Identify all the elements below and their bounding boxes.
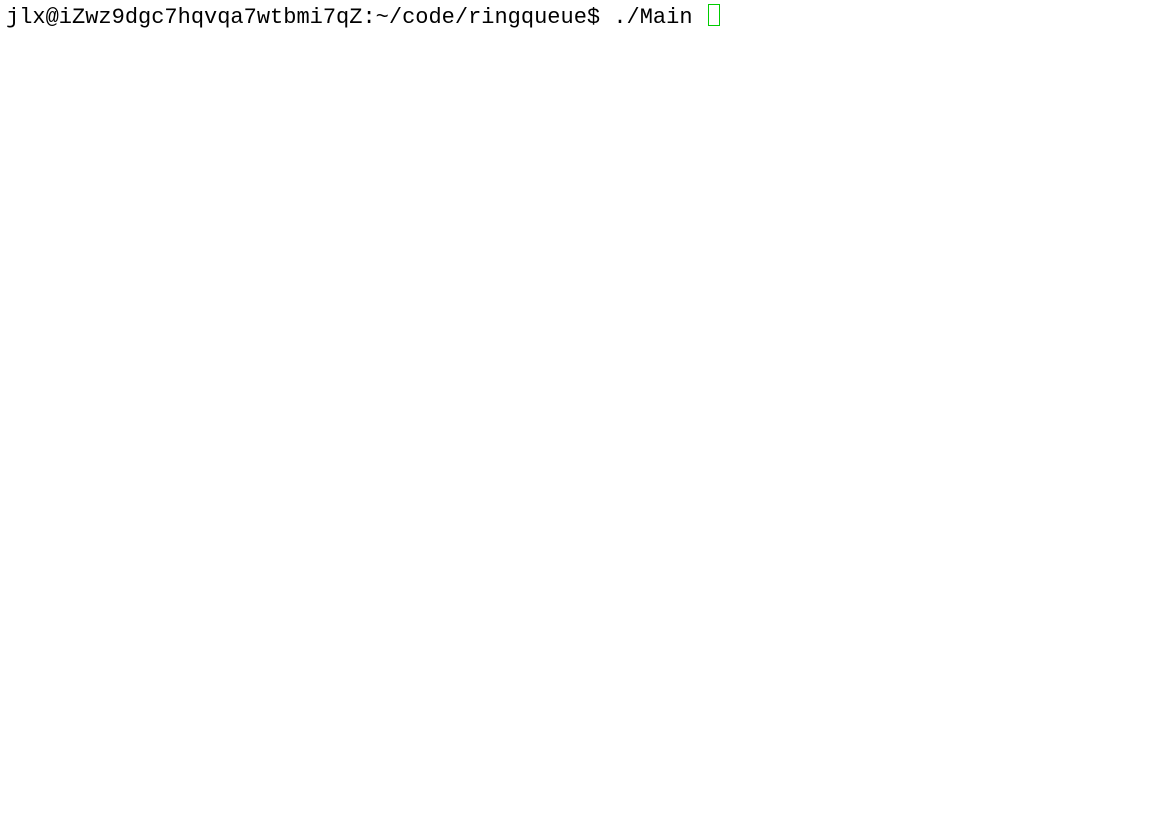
- cursor-icon: [708, 4, 720, 26]
- shell-command: ./Main: [613, 4, 705, 33]
- terminal-line[interactable]: jlx@iZwz9dgc7hqvqa7wtbmi7qZ:~/code/ringq…: [6, 4, 1165, 33]
- shell-prompt: jlx@iZwz9dgc7hqvqa7wtbmi7qZ:~/code/ringq…: [6, 4, 613, 33]
